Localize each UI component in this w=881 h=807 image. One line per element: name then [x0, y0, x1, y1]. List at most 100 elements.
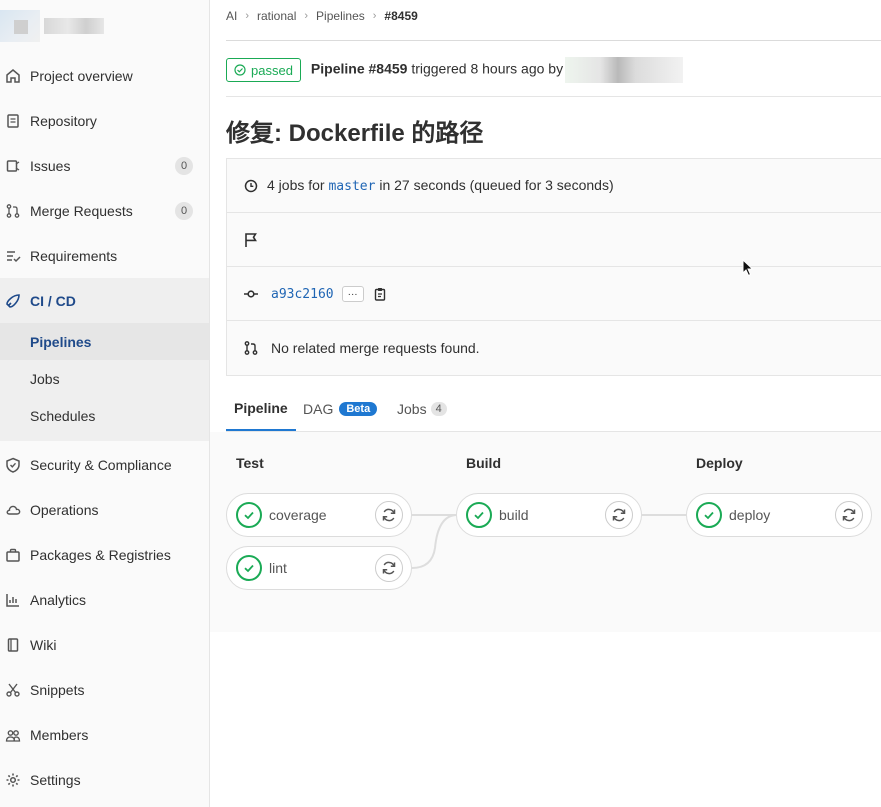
sidebar-item-label: Merge Requests [30, 202, 133, 219]
sidebar-item-label: Requirements [30, 247, 118, 264]
sidebar-item-packages-registries[interactable]: Packages & Registries [0, 532, 209, 577]
sidebar-item-settings[interactable]: Settings [0, 757, 209, 802]
pipeline-tabs: Pipeline DAG Beta Jobs 4 [226, 386, 881, 432]
sidebar-item-snippets[interactable]: Snippets [0, 667, 209, 712]
sidebar-item-ci-cd[interactable]: CI / CD [0, 278, 209, 323]
breadcrumb: AI › rational › Pipelines › #8459 [226, 9, 418, 23]
pipeline-trigger-text: triggered 8 hours ago by [407, 60, 564, 77]
job-name: deploy [729, 507, 771, 523]
check-circle-icon [236, 502, 262, 528]
sidebar-item-wiki[interactable]: Wiki [0, 622, 209, 667]
sidebar-subitem-label: Pipelines [30, 333, 92, 350]
tab-jobs[interactable]: Jobs 4 [397, 386, 447, 431]
job-deploy[interactable]: deploy [686, 493, 872, 537]
retry-icon[interactable] [375, 501, 403, 529]
sidebar-item-label: Operations [30, 501, 99, 518]
breadcrumb-item[interactable]: Pipelines [316, 9, 365, 23]
stage-title-deploy: Deploy [696, 455, 743, 471]
sidebar-subitem-label: Jobs [30, 370, 60, 387]
sidebar-item-label: Repository [30, 112, 97, 129]
status-badge[interactable]: passed [226, 58, 301, 82]
sidebar-item-security-compliance[interactable]: Security & Compliance [0, 442, 209, 487]
jobs-summary-text: 4 jobs for master in 27 seconds (queued … [267, 177, 614, 194]
issues-icon [5, 158, 21, 174]
job-coverage[interactable]: coverage [226, 493, 412, 537]
status-badge-label: passed [251, 62, 293, 78]
tab-dag[interactable]: DAG Beta [303, 386, 378, 431]
jobs-summary-row: 4 jobs for master in 27 seconds (queued … [227, 159, 881, 213]
sidebar-item-label: Issues [30, 157, 71, 174]
retry-icon[interactable] [375, 554, 403, 582]
home-icon [5, 68, 21, 84]
sidebar-subitem-schedules[interactable]: Schedules [0, 397, 209, 434]
sidebar-item-repository[interactable]: Repository [0, 98, 209, 143]
sidebar-item-requirements[interactable]: Requirements [0, 233, 209, 278]
chevron-right-icon: › [372, 10, 377, 22]
tab-pipeline[interactable]: Pipeline [226, 386, 296, 431]
doc-icon [5, 113, 21, 129]
check-circle-icon [234, 64, 246, 76]
pipeline-info-box: 4 jobs for master in 27 seconds (queued … [226, 158, 881, 376]
breadcrumb-current[interactable]: #8459 [384, 9, 417, 23]
ci-cd-submenu: Pipelines Jobs Schedules [0, 323, 209, 441]
cloud-icon [5, 502, 21, 518]
job-build[interactable]: build [456, 493, 642, 537]
commit-title: 修复: Dockerfile 的路径 [226, 120, 484, 147]
sidebar-subitem-jobs[interactable]: Jobs [0, 360, 209, 397]
sidebar-item-label: Packages & Registries [30, 546, 171, 563]
sidebar-item-label: Settings [30, 771, 81, 788]
tab-label: Pipeline [234, 399, 288, 416]
commit-message-toggle-button[interactable]: ··· [341, 286, 364, 303]
stage-title-build: Build [466, 455, 501, 471]
sidebar-item-issues[interactable]: Issues 0 [0, 143, 209, 188]
commit-row: a93c2160 ··· [227, 267, 881, 321]
clipboard-icon[interactable] [372, 286, 388, 302]
branch-link[interactable]: master [328, 179, 375, 194]
job-lint[interactable]: lint [226, 546, 412, 590]
sidebar-item-project-overview[interactable]: Project overview [0, 53, 209, 98]
commit-icon [243, 286, 259, 302]
sidebar-item-label: Analytics [30, 591, 87, 608]
retry-icon[interactable] [605, 501, 633, 529]
sidebar-subitem-label: Schedules [30, 407, 96, 424]
check-circle-icon [696, 502, 722, 528]
merge-request-icon [5, 203, 21, 219]
beta-badge: Beta [339, 401, 378, 416]
chart-icon [5, 592, 21, 608]
project-header[interactable] [0, 0, 209, 52]
job-name: build [499, 507, 529, 523]
sidebar-item-label: Wiki [30, 636, 57, 653]
breadcrumb-item[interactable]: AI [226, 9, 237, 23]
commit-info: a93c2160 ··· [271, 285, 388, 303]
triggered-by-user-redacted[interactable] [565, 57, 684, 83]
breadcrumb-item[interactable]: rational [257, 9, 296, 23]
flags-row [227, 213, 881, 267]
issues-count-badge: 0 [175, 156, 193, 175]
sidebar-item-operations[interactable]: Operations [0, 487, 209, 532]
sidebar-item-merge-requests[interactable]: Merge Requests 0 [0, 188, 209, 233]
jobs-count-badge: 4 [430, 401, 447, 416]
flag-icon [243, 232, 259, 248]
retry-icon[interactable] [835, 501, 863, 529]
pipeline-header: passed Pipeline #8459 triggered 8 hours … [226, 57, 684, 83]
tab-label: Jobs [397, 400, 427, 417]
sidebar-item-analytics[interactable]: Analytics [0, 577, 209, 622]
book-icon [5, 637, 21, 653]
merge-requests-text: No related merge requests found. [271, 340, 480, 356]
project-avatar[interactable] [0, 10, 40, 42]
rocket-icon [5, 293, 21, 309]
clock-icon [243, 178, 259, 194]
commit-sha-link[interactable]: a93c2160 [271, 287, 334, 302]
gear-icon [5, 772, 21, 788]
requirements-icon [5, 248, 21, 264]
sidebar-subitem-pipelines[interactable]: Pipelines [0, 323, 209, 360]
merge-requests-count-badge: 0 [175, 201, 193, 220]
sidebar-item-label: Security & Compliance [30, 456, 172, 473]
users-icon [5, 727, 21, 743]
divider [226, 40, 881, 41]
merge-request-icon [243, 340, 259, 356]
tab-label: DAG [303, 400, 334, 417]
check-circle-icon [236, 555, 262, 581]
sidebar-item-members[interactable]: Members [0, 712, 209, 757]
project-name-redacted[interactable] [44, 18, 104, 34]
